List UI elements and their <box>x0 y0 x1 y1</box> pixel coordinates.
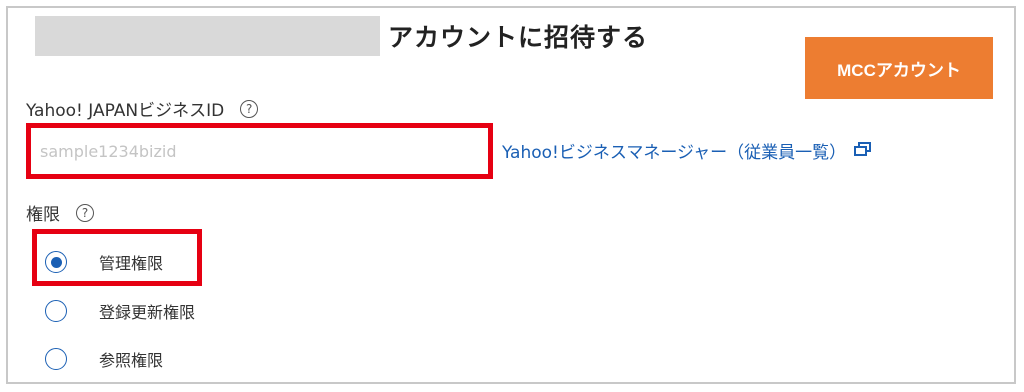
permission-option-label: 登録更新権限 <box>99 303 196 322</box>
redacted-account-name <box>35 16 380 56</box>
help-icon[interactable]: ? <box>240 99 259 118</box>
business-manager-link-label: Yahoo!ビジネスマネージャー（従業員一覧） <box>502 143 847 163</box>
external-window-icon <box>854 141 872 161</box>
radio-unselected[interactable] <box>45 348 67 370</box>
page-title: アカウントに招待する <box>388 23 649 52</box>
permission-label-row: 権限 ? <box>26 200 94 225</box>
permission-option-view[interactable]: 参照権限 <box>45 347 163 371</box>
permission-option-admin[interactable]: 管理権限 <box>45 250 163 274</box>
permission-label: 権限 <box>26 205 60 225</box>
permission-option-label: 管理権限 <box>99 254 164 273</box>
permission-option-label: 参照権限 <box>99 351 164 370</box>
business-id-input[interactable] <box>34 130 486 172</box>
radio-selected[interactable] <box>45 251 67 273</box>
business-manager-link[interactable]: Yahoo!ビジネスマネージャー（従業員一覧） <box>502 138 872 163</box>
permission-option-edit[interactable]: 登録更新権限 <box>45 299 195 323</box>
business-id-label: Yahoo! JAPANビジネスID <box>26 101 225 121</box>
help-icon[interactable]: ? <box>76 203 94 222</box>
business-id-label-row: Yahoo! JAPANビジネスID ? <box>26 96 259 121</box>
mcc-account-button[interactable]: MCCアカウント <box>805 37 993 99</box>
radio-dot <box>50 256 62 268</box>
radio-unselected[interactable] <box>45 300 67 322</box>
